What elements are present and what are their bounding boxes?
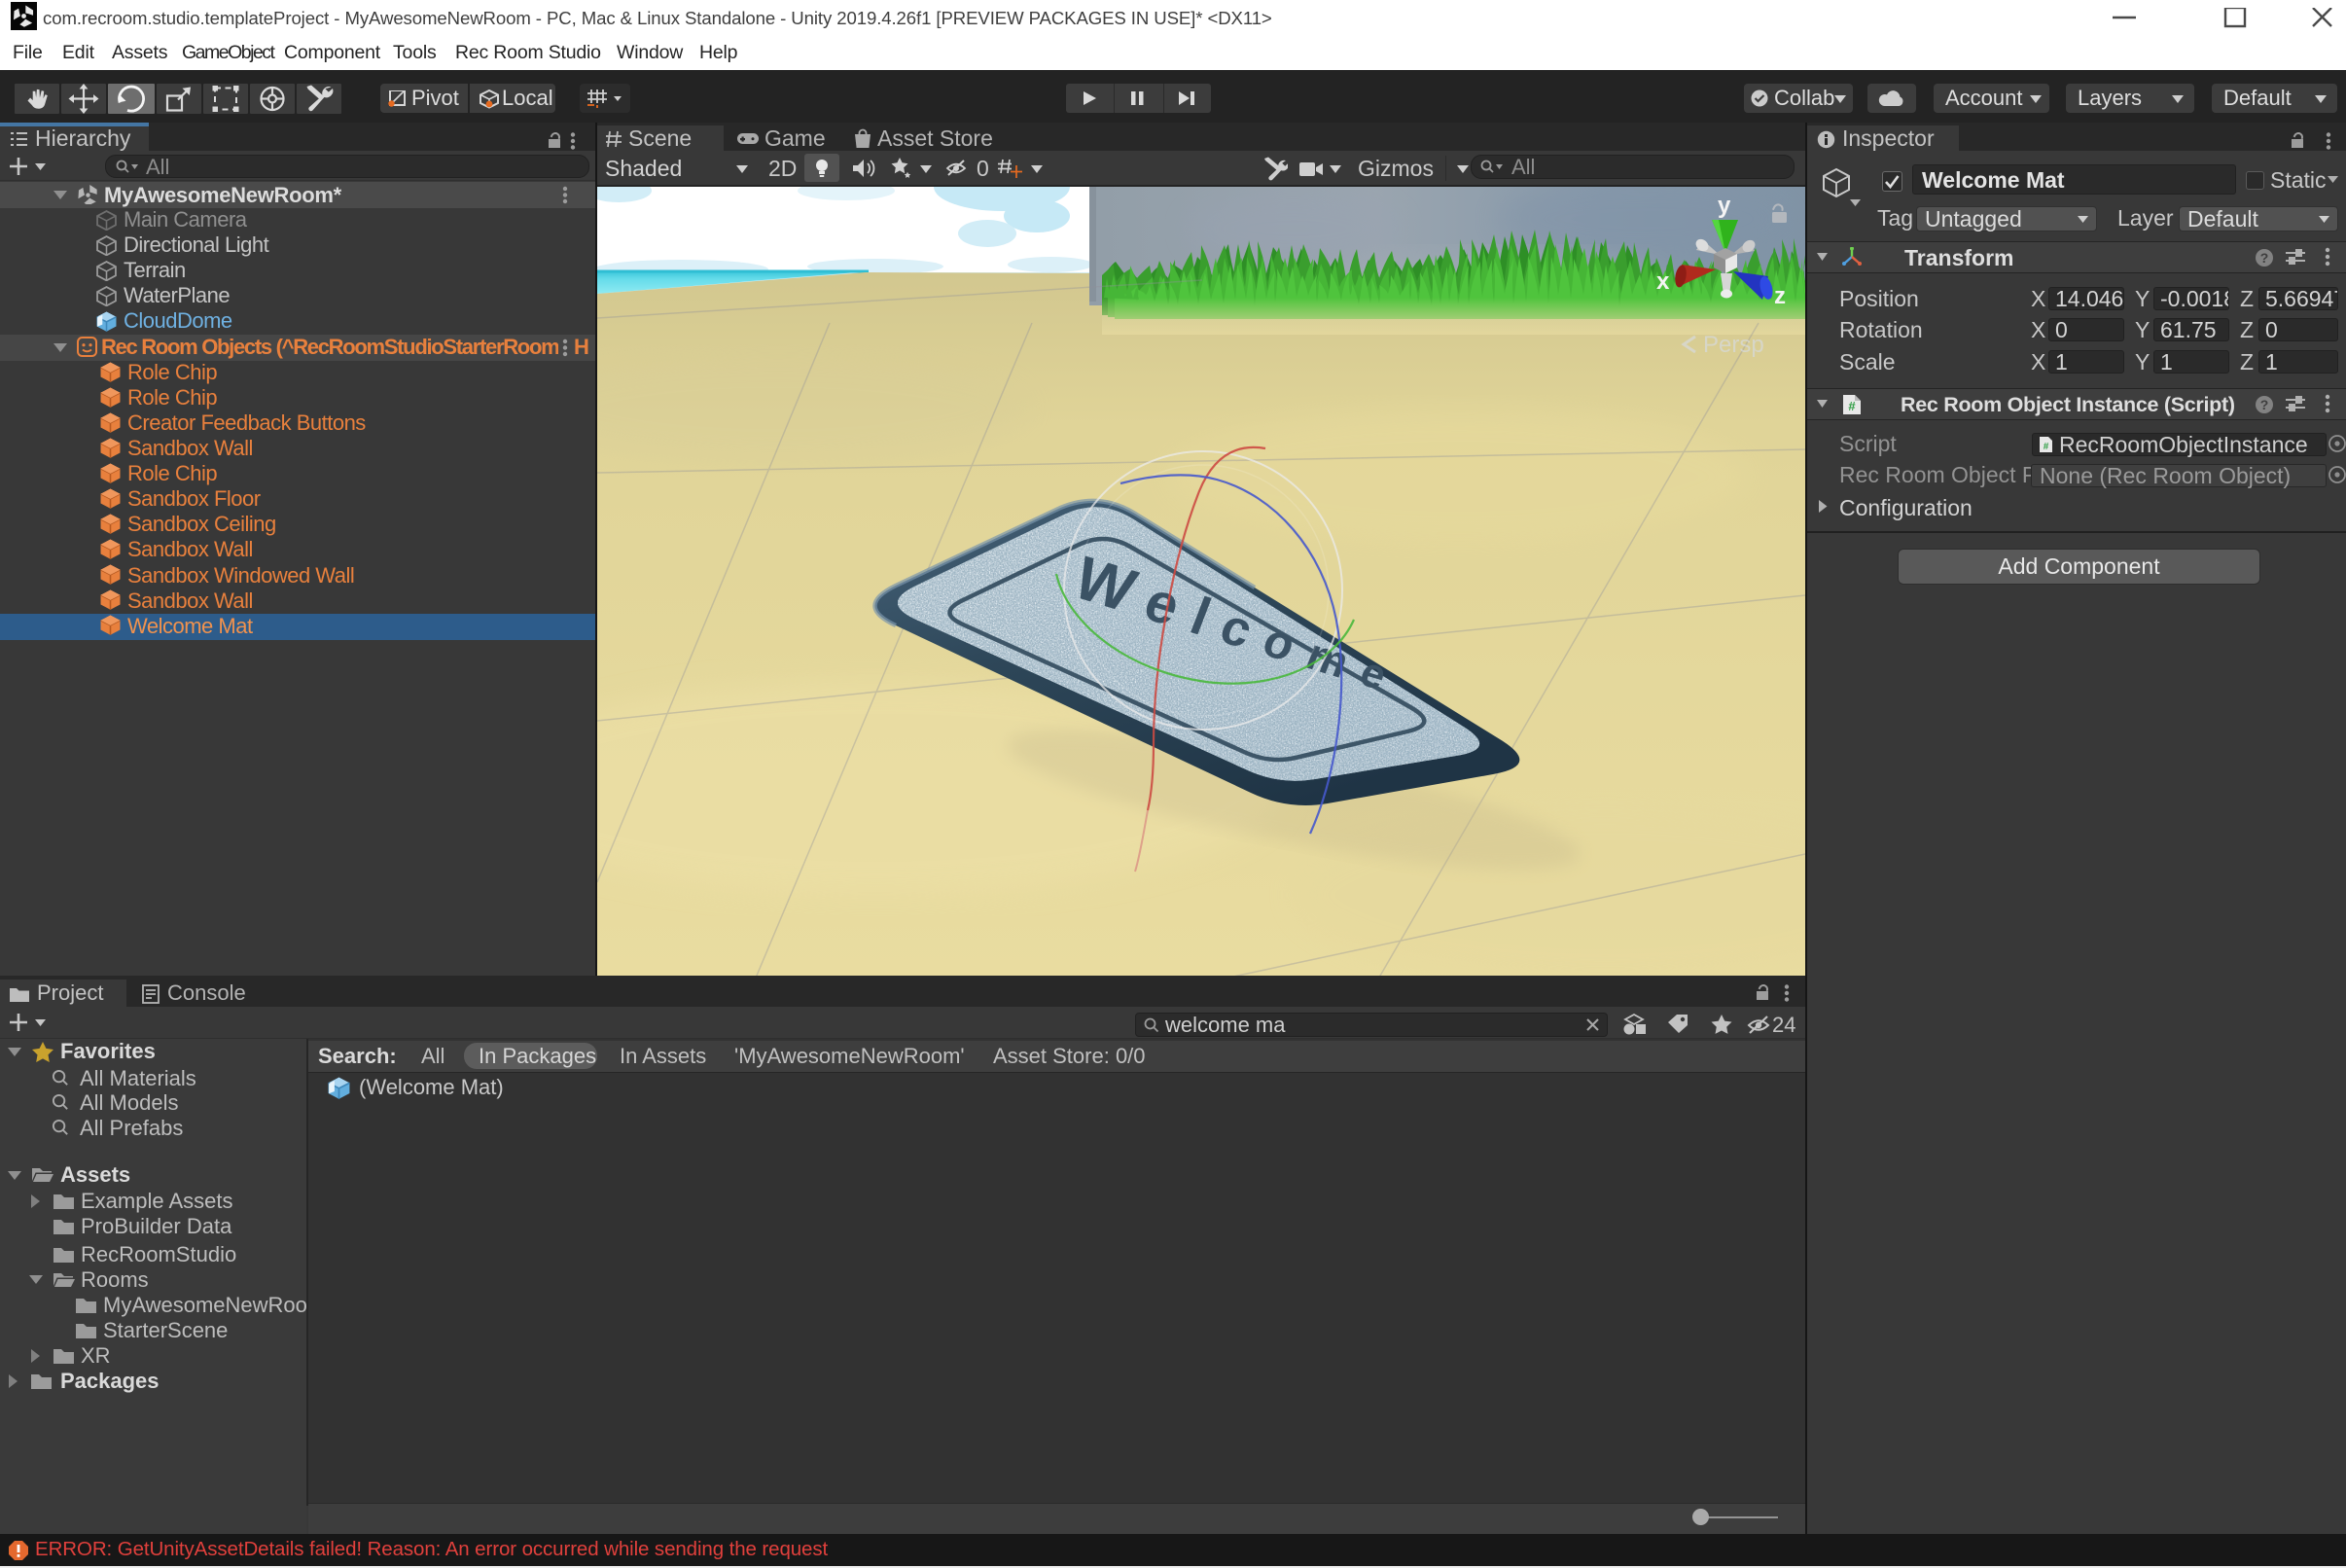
svg-text:y: y [1718,193,1731,219]
svg-text:#: # [2044,442,2049,452]
svg-text:z: z [1774,283,1786,309]
svg-text:?: ? [2260,250,2269,266]
svg-text:x: x [1656,268,1670,295]
svg-text:24: 24 [1772,1013,1795,1037]
svg-text:#: # [1848,399,1856,413]
svg-text:Persp: Persp [1703,332,1764,358]
svg-text:?: ? [2260,397,2269,412]
